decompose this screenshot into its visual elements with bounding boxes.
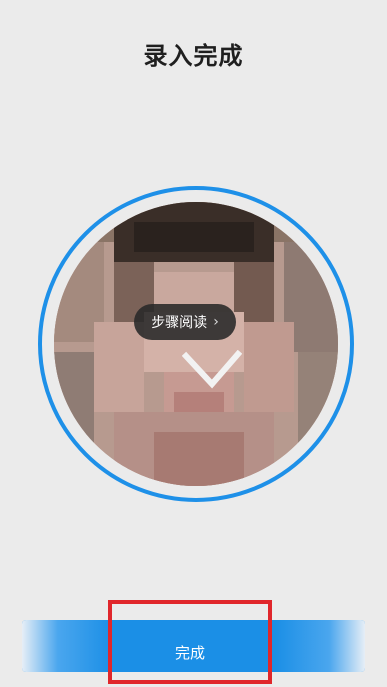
bar-right-edge: [275, 620, 365, 672]
chevron-right-icon: ›: [213, 314, 219, 330]
step-read-button[interactable]: 步骤阅读 ›: [134, 304, 236, 340]
page-title: 录入完成: [143, 42, 244, 70]
bar-left-edge: [22, 620, 112, 672]
step-read-label: 步骤阅读: [151, 315, 208, 331]
pixelated-face-image: [54, 202, 338, 486]
done-button-label: 完成: [174, 643, 205, 662]
done-button[interactable]: 完成: [108, 600, 272, 684]
face-capture-area: [38, 186, 354, 502]
checkmark-icon: [182, 350, 242, 389]
face-photo: [54, 202, 338, 486]
